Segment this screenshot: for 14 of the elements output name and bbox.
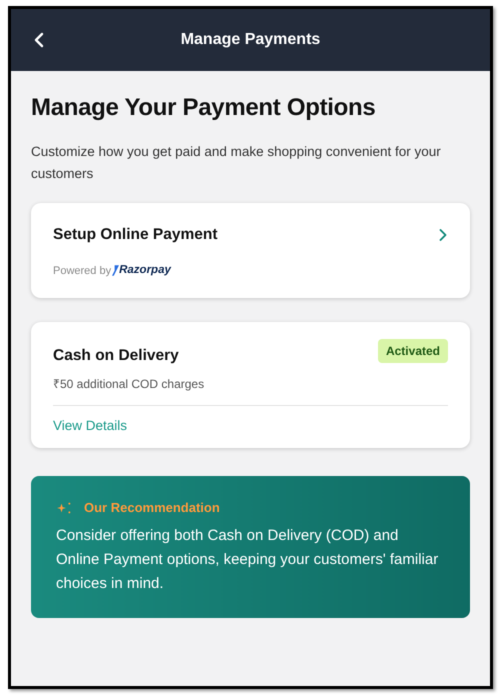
brand-name: Razorpay xyxy=(119,263,171,278)
razorpay-logo-icon xyxy=(112,265,120,276)
card-title: Cash on Delivery xyxy=(53,346,179,366)
online-payment-card[interactable]: Setup Online Payment Powered by Razorpay xyxy=(31,203,470,298)
recommendation-text: Consider offering both Cash on Delivery (COD) and Online Payment options, keeping your customers' familiar choices in mind. xyxy=(56,526,440,594)
charges-note: ₹50 additional COD charges xyxy=(53,376,206,393)
page-heading: Manage Your Payment Options xyxy=(31,93,376,123)
powered-by-label: Powered by xyxy=(53,264,112,279)
recommendation-title: Our Recommendation xyxy=(84,499,220,517)
screen-title: Manage Payments xyxy=(180,30,320,50)
status-badge: Activated xyxy=(378,338,448,362)
card-title: Setup Online Payment xyxy=(53,225,218,245)
page-description: Customize how you get paid and make shopping convenient for your customers xyxy=(31,143,442,183)
chevron-right-icon xyxy=(438,228,448,242)
